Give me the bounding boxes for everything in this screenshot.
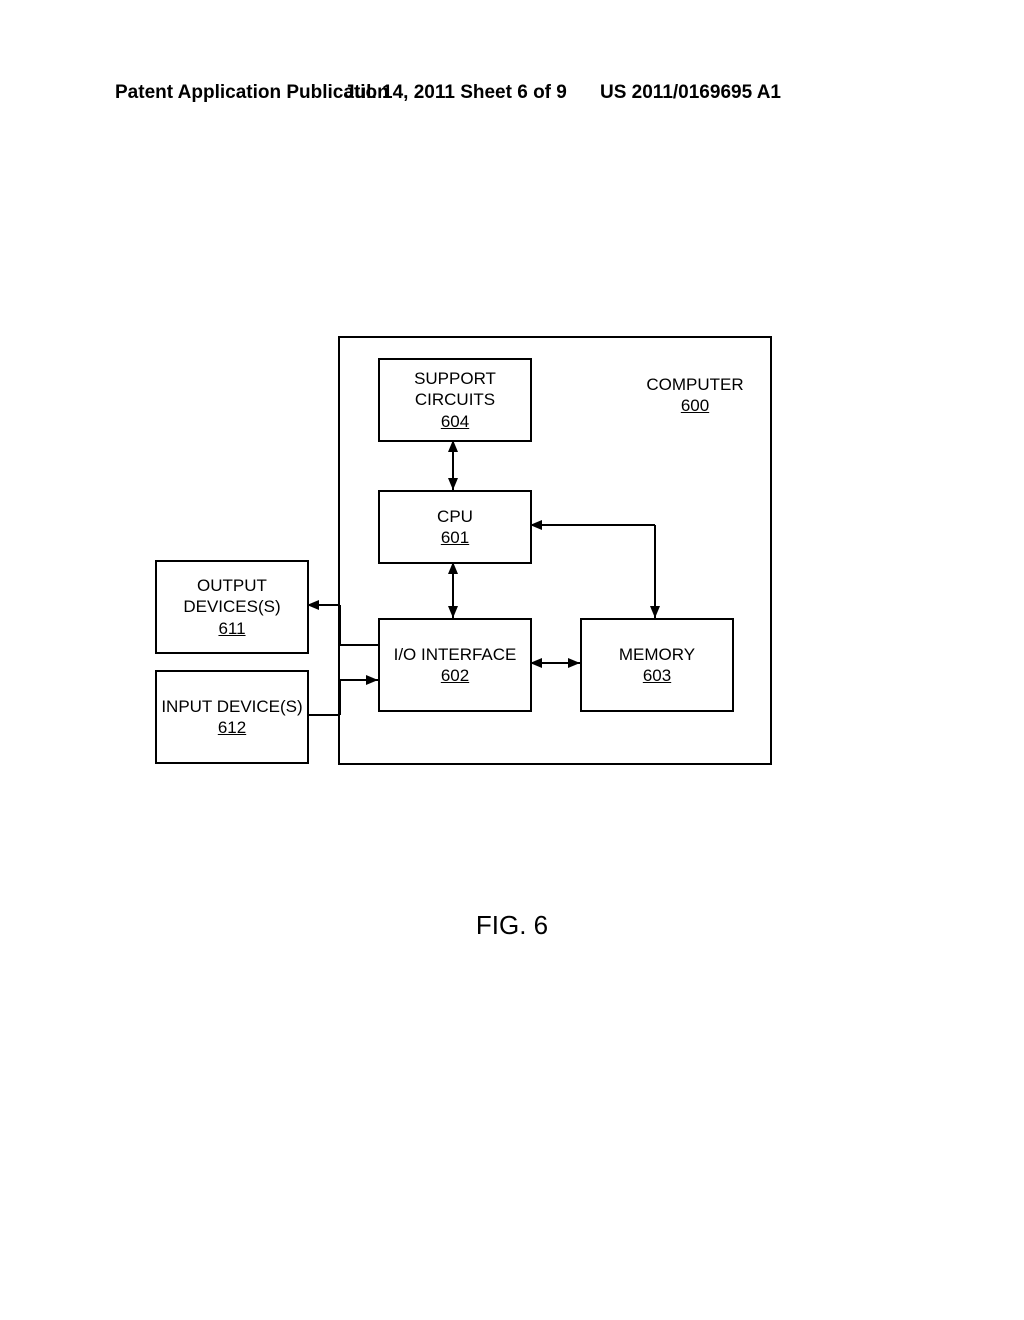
- support-circuits-title: SUPPORT CIRCUITS: [380, 368, 530, 411]
- io-interface-title: I/O INTERFACE: [394, 644, 517, 665]
- memory-title: MEMORY: [619, 644, 695, 665]
- output-devices-title: OUTPUT DEVICES(S): [157, 575, 307, 618]
- block-cpu: CPU 601: [378, 490, 532, 564]
- input-devices-title: INPUT DEVICE(S): [161, 696, 302, 717]
- block-computer-label: COMPUTER 600: [620, 374, 770, 417]
- io-interface-ref: 602: [441, 665, 469, 686]
- cpu-ref: 601: [441, 527, 469, 548]
- block-memory: MEMORY 603: [580, 618, 734, 712]
- diagram-canvas: COMPUTER 600 SUPPORT CIRCUITS 604 CPU 60…: [0, 0, 1024, 1320]
- page: Patent Application Publication Jul. 14, …: [0, 0, 1024, 1320]
- support-circuits-ref: 604: [441, 411, 469, 432]
- memory-ref: 603: [643, 665, 671, 686]
- input-devices-ref: 612: [218, 717, 246, 738]
- computer-ref: 600: [620, 395, 770, 416]
- block-io-interface: I/O INTERFACE 602: [378, 618, 532, 712]
- block-input-devices: INPUT DEVICE(S) 612: [155, 670, 309, 764]
- block-output-devices: OUTPUT DEVICES(S) 611: [155, 560, 309, 654]
- figure-caption: FIG. 6: [0, 910, 1024, 941]
- cpu-title: CPU: [437, 506, 473, 527]
- output-devices-ref: 611: [218, 618, 245, 639]
- block-support-circuits: SUPPORT CIRCUITS 604: [378, 358, 532, 442]
- computer-title: COMPUTER: [620, 374, 770, 395]
